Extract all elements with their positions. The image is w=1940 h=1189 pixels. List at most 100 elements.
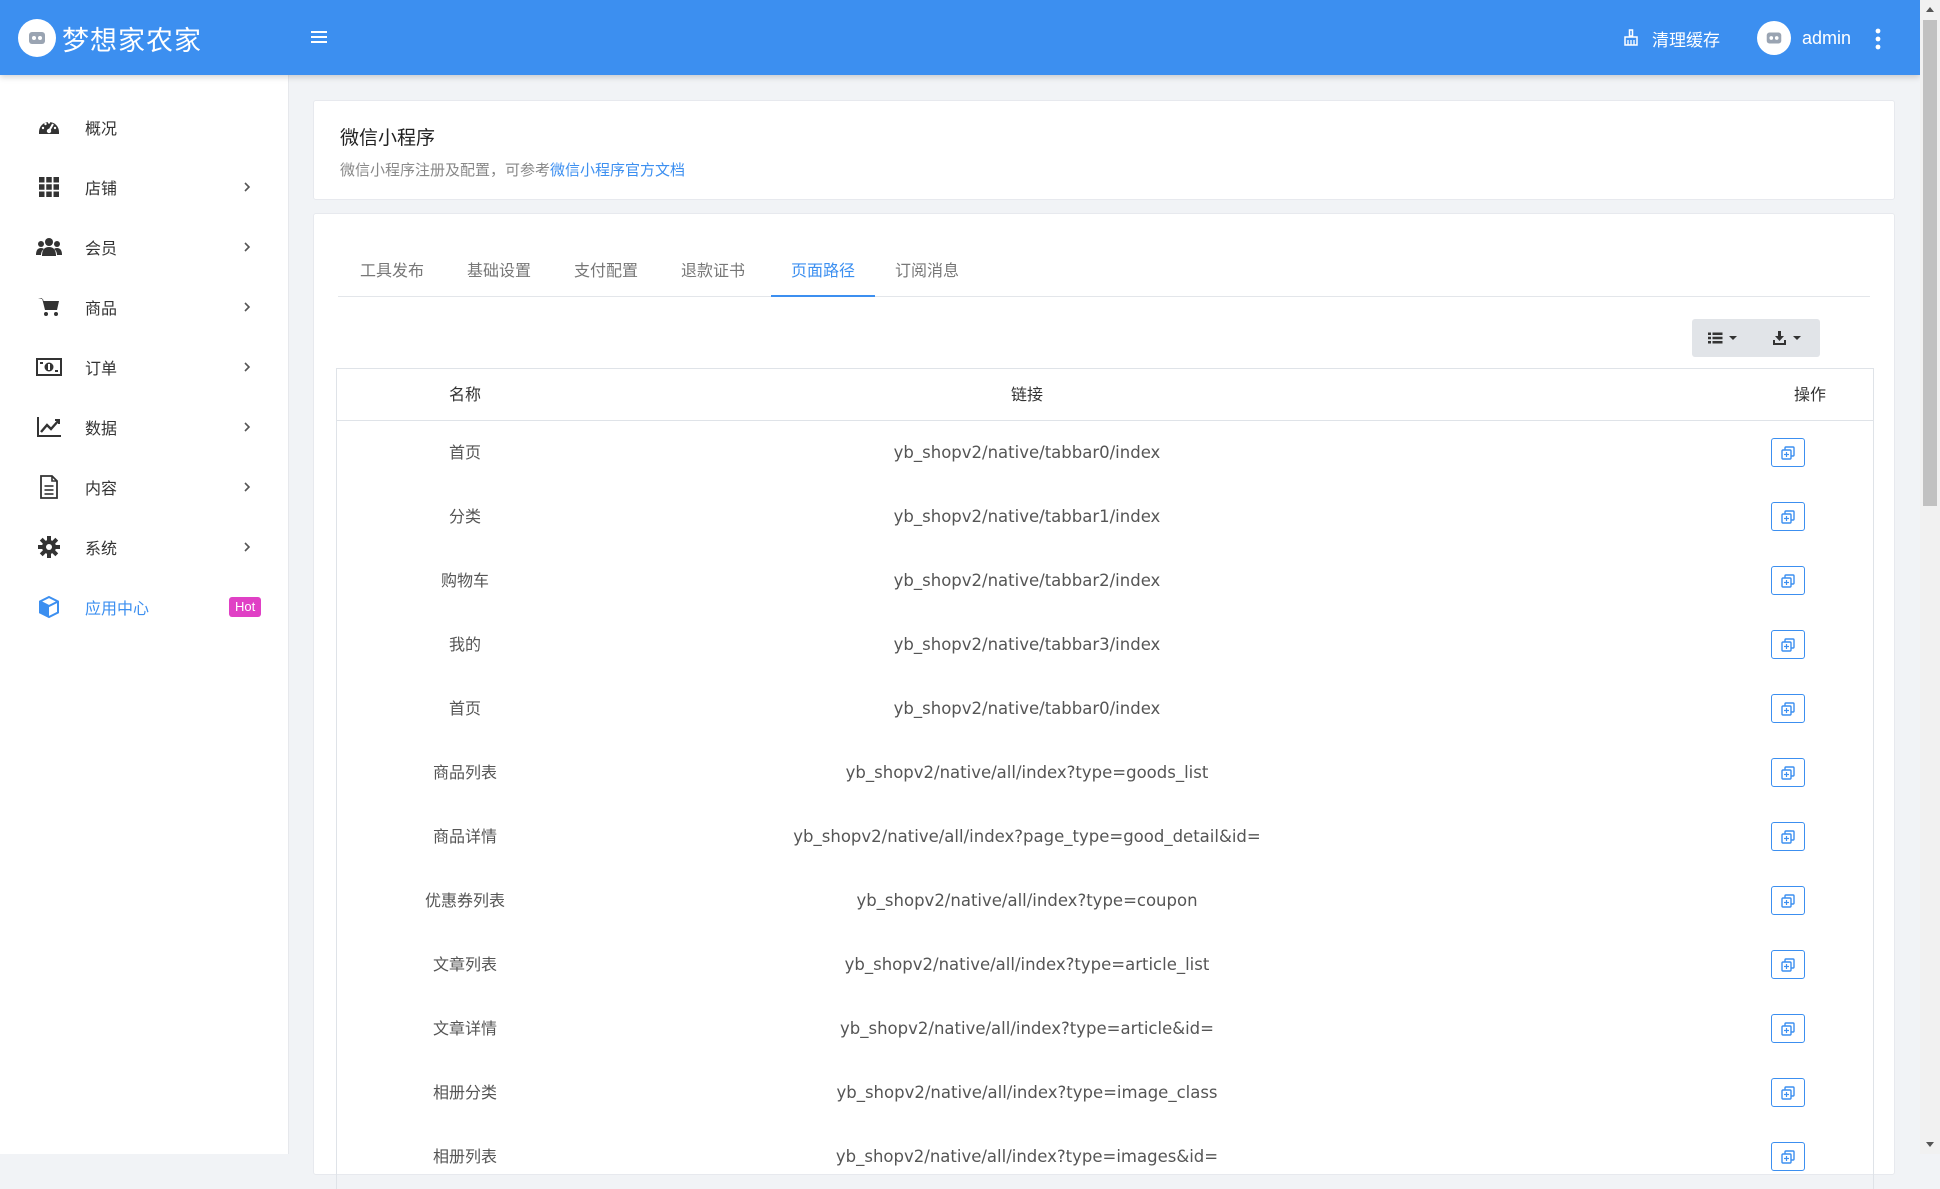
info-card: 微信小程序 微信小程序注册及配置，可参考微信小程序官方文档 [313,100,1895,200]
copy-icon [1781,957,1795,972]
tab-bar: 工具发布 基础设置 支付配置 退款证书 页面路径 订阅消息 [338,246,1870,297]
menu-toggle-icon[interactable] [310,28,328,46]
cell-name: 文章列表 [432,955,497,974]
chevron-right-icon [244,422,251,432]
table-row: 文章详情 yb_shopv2/native/all/index?type=arti… [337,997,1873,1061]
copy-link-button[interactable] [1771,438,1805,467]
cell-name: 商品列表 [432,763,497,782]
main-card: 工具发布 基础设置 支付配置 退款证书 页面路径 订阅消息 名称 链接 操作 首… [313,213,1895,1189]
brand[interactable]: 梦想家农家 [18,18,202,58]
scroll-thumb[interactable] [1923,20,1937,506]
brand-title: 梦想家农家 [62,25,202,57]
copy-link-button[interactable] [1771,1078,1805,1107]
copy-icon [1781,893,1795,908]
copy-link-button[interactable] [1771,886,1805,915]
copy-icon [1781,765,1795,780]
sidebar-item-label: 商品 [85,299,118,318]
cell-link: yb_shopv2/native/all/index?type=goods_li… [845,763,1209,782]
sidebar-item-app-center[interactable]: 应用中心 Hot [0,577,288,637]
hot-badge: Hot [229,597,262,617]
scroll-down-arrow-icon[interactable] [1920,1136,1940,1154]
more-vertical-icon[interactable] [1873,27,1883,51]
sidebar-item-label: 系统 [85,539,118,558]
table-row: 我的 yb_shopv2/native/tabbar3/index [337,613,1873,677]
table-body: 首页 yb_shopv2/native/tabbar0/index 分类 yb_sho… [337,421,1873,1189]
copy-link-button[interactable] [1771,1142,1805,1171]
copy-link-button[interactable] [1771,566,1805,595]
table-row: 分类 yb_shopv2/native/tabbar1/index [337,485,1873,549]
tab-tool-publish[interactable]: 工具发布 [360,246,424,296]
table-row: 相册列表 yb_shopv2/native/all/index?type=imag… [337,1125,1873,1189]
sidebar-item-label: 订单 [85,359,118,378]
page-scrollbar[interactable] [1920,0,1940,1154]
download-icon [1773,331,1801,345]
cell-name: 我的 [448,635,481,654]
chevron-right-icon [244,362,251,372]
export-button[interactable] [1756,319,1820,357]
sidebar-item-shop[interactable]: 店铺 [0,157,288,217]
scroll-up-arrow-icon[interactable] [1920,0,1940,18]
copy-link-button[interactable] [1771,694,1805,723]
top-header: 梦想家农家 清理缓存 admin [0,0,1920,75]
page-path-table: 名称 链接 操作 首页 yb_shopv2/native/tabbar0/inde… [336,368,1874,1189]
sidebar-item-label: 内容 [85,479,118,498]
sidebar-item-content[interactable]: 内容 [0,457,288,517]
copy-link-button[interactable] [1771,758,1805,787]
cell-link: yb_shopv2/native/all/index?type=coupon [856,891,1198,910]
chevron-right-icon [244,302,251,312]
page-title: 微信小程序 [340,127,436,149]
copy-icon [1781,1085,1795,1100]
chevron-right-icon [244,482,251,492]
cell-link: yb_shopv2/native/tabbar1/index [893,507,1161,526]
cell-link: yb_shopv2/native/all/index?page_type=goo… [793,827,1261,846]
copy-link-button[interactable] [1771,502,1805,531]
clear-cache-label: 清理缓存 [1652,30,1720,51]
description-text: 微信小程序注册及配置，可参考 [340,161,551,179]
tab-page-paths[interactable]: 页面路径 [771,246,875,297]
copy-link-button[interactable] [1771,630,1805,659]
page-description: 微信小程序注册及配置，可参考微信小程序官方文档 [340,159,685,180]
avatar [1757,21,1791,55]
sidebar-item-label: 概况 [85,119,118,138]
chevron-right-icon [244,242,251,252]
table-row: 商品列表 yb_shopv2/native/all/index?type=good… [337,741,1873,805]
sidebar-item-system[interactable]: 系统 [0,517,288,577]
gear-icon [36,534,62,560]
cube-icon [36,594,62,620]
cell-link: yb_shopv2/native/tabbar0/index [893,443,1161,462]
sidebar-item-overview[interactable]: 概况 [0,97,288,157]
cell-link: yb_shopv2/native/all/index?type=article&… [840,1019,1214,1038]
copy-icon [1781,701,1795,716]
sidebar-item-goods[interactable]: 商品 [0,277,288,337]
tab-payment-config[interactable]: 支付配置 [574,246,638,296]
broom-icon [1624,29,1638,46]
clear-cache-button[interactable]: 清理缓存 [1622,24,1720,52]
column-header-link[interactable]: 链接 [593,369,1461,420]
sidebar-item-data[interactable]: 数据 [0,397,288,457]
column-header-name[interactable]: 名称 [337,369,593,420]
tab-basic-settings[interactable]: 基础设置 [467,246,531,296]
tab-subscribe-messages[interactable]: 订阅消息 [895,246,959,296]
table-row: 文章列表 yb_shopv2/native/all/index?type=arti… [337,933,1873,997]
cell-link: yb_shopv2/native/all/index?type=image_cl… [836,1083,1218,1102]
users-icon [36,234,62,260]
sidebar: 概况 店铺 会员 商品 订单 数据 内容 系统 应用中心 Hot [0,75,289,1154]
user-menu[interactable]: admin [1757,21,1851,55]
chevron-right-icon [244,182,251,192]
sidebar-item-orders[interactable]: 订单 [0,337,288,397]
sidebar-item-label: 店铺 [85,179,118,198]
money-icon [36,354,62,380]
copy-icon [1781,445,1795,460]
sidebar-item-members[interactable]: 会员 [0,217,288,277]
copy-link-button[interactable] [1771,822,1805,851]
cell-name: 优惠券列表 [424,891,505,910]
copy-link-button[interactable] [1771,950,1805,979]
cell-name: 文章详情 [432,1019,497,1038]
cell-link: yb_shopv2/native/all/index?type=article_… [844,955,1210,974]
copy-link-button[interactable] [1771,1014,1805,1043]
tab-refund-certificate[interactable]: 退款证书 [681,246,745,296]
official-docs-link[interactable]: 微信小程序官方文档 [550,161,685,179]
table-row: 购物车 yb_shopv2/native/tabbar2/index [337,549,1873,613]
columns-toggle-button[interactable] [1692,319,1756,357]
document-icon [36,474,62,500]
